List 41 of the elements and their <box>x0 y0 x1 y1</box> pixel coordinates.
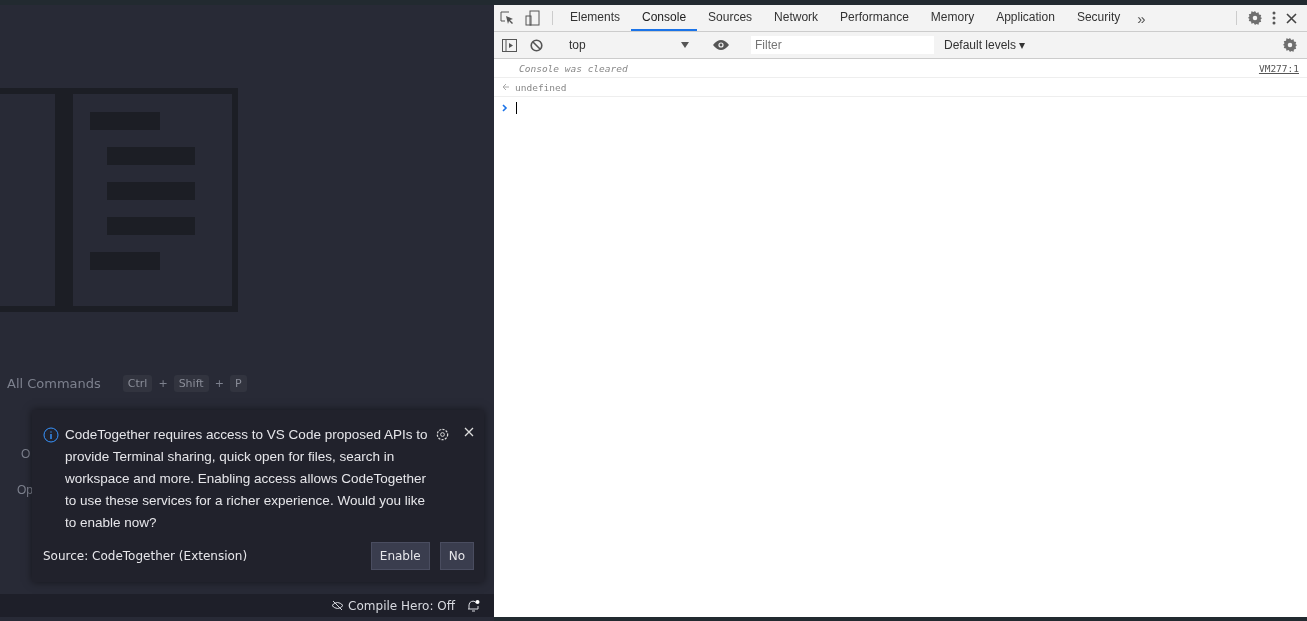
clear-icon[interactable] <box>530 38 543 52</box>
devtools-tab[interactable]: Elements <box>559 5 632 31</box>
notification-message: CodeTogether requires access to VS Code proposed APIs to provide Terminal sharing, quick open for files, search in workspace and more. Enabling access allows CodeTogether to use these services for a richer experience. Would you like to enable now? <box>65 426 429 532</box>
console-message: Console was cleared <box>518 62 629 74</box>
eye-off-icon <box>331 600 345 611</box>
status-item[interactable]: Compile Hero: Off <box>331 598 455 613</box>
prompt-chevron-icon <box>502 104 508 112</box>
keyboard-key: Shift <box>173 375 209 392</box>
eye-icon[interactable] <box>713 40 729 50</box>
source-link[interactable]: VM277:1 <box>1258 62 1299 74</box>
command-label: O <box>21 447 31 461</box>
context-select[interactable]: top <box>561 38 695 52</box>
result-arrow-icon <box>502 83 510 91</box>
devtools-tab[interactable]: Memory <box>919 5 986 31</box>
sidebar-toggle-icon[interactable] <box>502 38 517 52</box>
devtools-tab[interactable]: Security <box>1065 5 1132 31</box>
dropdown-arrow-icon <box>681 42 689 48</box>
device-toolbar-icon[interactable] <box>525 10 541 26</box>
info-icon <box>43 427 59 443</box>
inspect-icon[interactable] <box>499 10 515 26</box>
keyboard-key: Ctrl <box>122 375 153 392</box>
plus-sign: + <box>214 377 224 390</box>
devtools-tab[interactable]: Network <box>763 5 830 31</box>
bell-icon[interactable] <box>467 598 480 613</box>
notification-source: Source: CodeTogether (Extension) <box>43 549 249 563</box>
close-icon[interactable] <box>1286 12 1297 24</box>
settings-icon[interactable] <box>435 427 450 442</box>
command-label: Op <box>17 483 33 497</box>
plus-sign: + <box>158 377 168 390</box>
filter-field[interactable]: Filter <box>751 36 934 54</box>
console-result: undefined <box>514 81 568 93</box>
devtools-tab[interactable]: Performance <box>829 5 920 31</box>
devtools-tab[interactable]: Application <box>985 5 1066 31</box>
command-label: All Commands <box>7 376 101 391</box>
notification-button[interactable]: No <box>439 542 474 570</box>
devtools-tab[interactable]: Sources <box>697 5 764 31</box>
levels-dropdown[interactable]: Default levels ▾ <box>938 38 1032 52</box>
more-tabs-button[interactable]: » <box>1131 5 1152 31</box>
keyboard-key: P <box>229 375 247 392</box>
kebab-menu-icon[interactable] <box>1272 11 1276 25</box>
notification-button[interactable]: Enable <box>370 542 430 570</box>
